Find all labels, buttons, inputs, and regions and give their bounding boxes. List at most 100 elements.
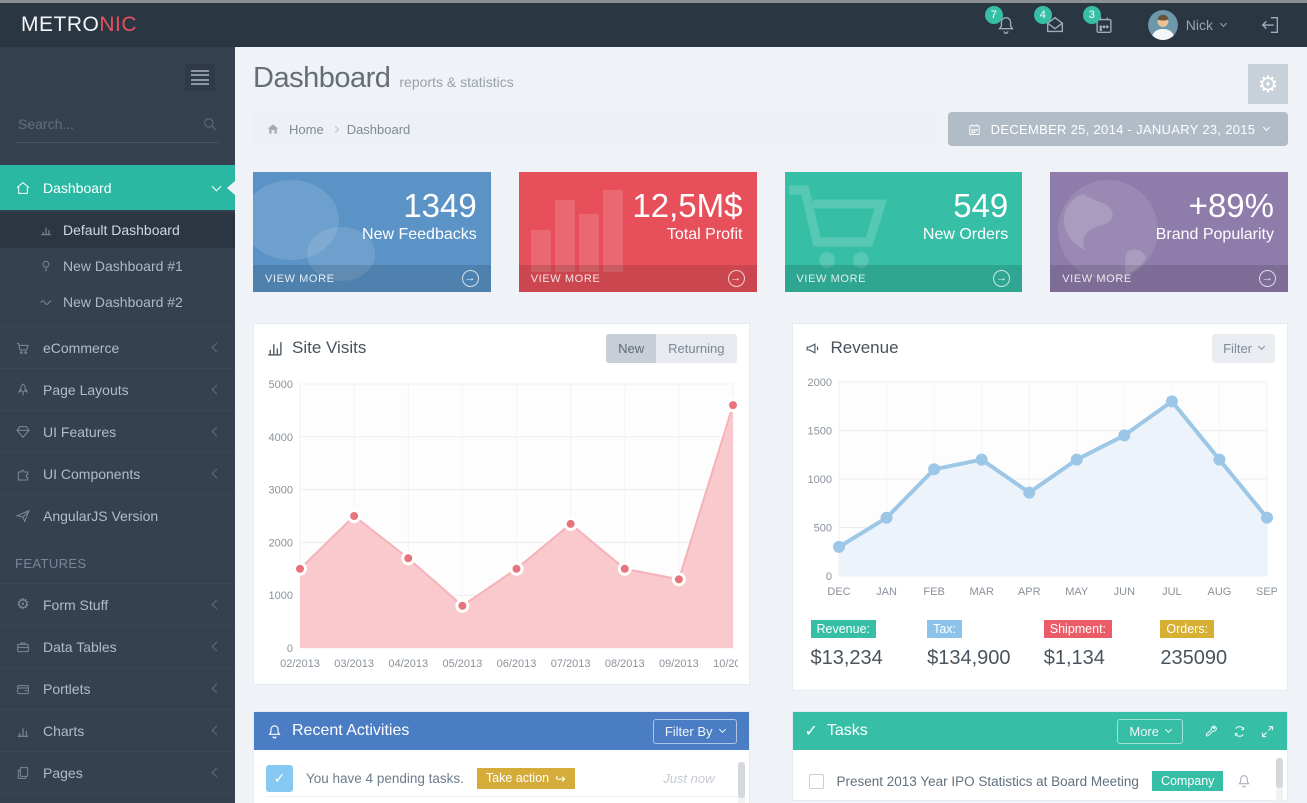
site-visits-panel: Site Visits New Returning 01000200030004…: [253, 323, 750, 685]
reload-button[interactable]: [1232, 724, 1247, 739]
fullscreen-button[interactable]: [1260, 724, 1275, 739]
app-logo[interactable]: METRONIC: [0, 13, 235, 37]
search-icon[interactable]: [201, 115, 219, 133]
toggle-new-button[interactable]: New: [606, 334, 656, 363]
nav-page-layouts[interactable]: Page Layouts: [0, 368, 235, 410]
chevron-down-icon: [1220, 20, 1227, 27]
chevron-down-icon: [1258, 343, 1265, 350]
nav-ui-features[interactable]: UI Features: [0, 410, 235, 452]
revenue-stat: Orders: 235090: [1160, 620, 1269, 670]
breadcrumb-home[interactable]: Home: [289, 122, 324, 137]
active-item-arrow: [227, 181, 235, 195]
revenue-panel: Revenue Filter 0500100015002000DECJANFEB…: [792, 323, 1289, 691]
take-action-button[interactable]: Take action↪: [477, 768, 575, 789]
nav-pages[interactable]: Pages: [0, 751, 235, 793]
svg-text:3000: 3000: [269, 485, 293, 497]
task-checkbox[interactable]: [809, 774, 824, 789]
scrollbar-thumb[interactable]: [1276, 758, 1283, 788]
charts-row: Site Visits New Returning 01000200030004…: [253, 323, 1288, 691]
stat-value: +89%: [1050, 172, 1288, 225]
activities-list: ✓ You have 4 pending tasks. Take action↪…: [254, 750, 749, 803]
task-row[interactable]: Present 2013 Year IPO Statistics at Boar…: [805, 760, 1276, 800]
view-more-label: VIEW MORE: [265, 273, 335, 285]
arrow-circle-icon: →: [728, 270, 745, 287]
breadcrumb: Home Dashboard: [253, 112, 935, 146]
view-more-link[interactable]: VIEW MORE→: [1050, 265, 1288, 292]
nav-angularjs-version[interactable]: AngularJS Version: [0, 494, 235, 536]
logout-button[interactable]: [1259, 14, 1281, 36]
nav-ui-components[interactable]: UI Components: [0, 452, 235, 494]
revenue-stat: Revenue: $13,234: [811, 620, 920, 670]
pages-icon: [15, 765, 31, 781]
svg-text:07/2013: 07/2013: [551, 658, 591, 670]
revenue-stats: Revenue: $13,234 Tax: $134,900 Shipment:…: [793, 612, 1288, 690]
view-more-link[interactable]: VIEW MORE→: [785, 265, 1023, 292]
scrollbar[interactable]: [1276, 758, 1283, 803]
view-more-label: VIEW MORE: [1062, 273, 1132, 285]
bell-icon: [1236, 773, 1252, 789]
calendar-icon: [967, 122, 982, 137]
nav-label: Dashboard: [43, 180, 112, 196]
stat-value: 1349: [253, 172, 491, 225]
nav-label: Default Dashboard: [63, 222, 180, 238]
revenue-title: Revenue: [805, 338, 899, 358]
diamond-icon: [15, 424, 31, 440]
nav-label: Form Stuff: [43, 597, 108, 613]
scrollbar[interactable]: [738, 762, 745, 803]
tasks-list: Present 2013 Year IPO Statistics at Boar…: [793, 750, 1288, 800]
search-input[interactable]: [16, 115, 201, 133]
nav-label: Portlets: [43, 681, 90, 697]
notifications-button[interactable]: 7: [995, 14, 1017, 36]
dashboard-submenu: Default Dashboard New Dashboard #1 New D…: [0, 210, 235, 326]
nav-dashboard[interactable]: Dashboard: [0, 165, 235, 210]
filter-by-button[interactable]: Filter By: [653, 719, 737, 744]
task-badge[interactable]: Company: [1152, 771, 1224, 791]
arrow-circle-icon: →: [462, 270, 479, 287]
more-button[interactable]: More: [1117, 719, 1183, 744]
nav-charts[interactable]: Charts: [0, 709, 235, 751]
date-range-picker[interactable]: DECEMBER 25, 2014 - JANUARY 23, 2015: [948, 112, 1288, 146]
toggle-returning-button[interactable]: Returning: [656, 334, 736, 363]
view-more-link[interactable]: VIEW MORE →: [253, 265, 491, 292]
config-button[interactable]: [1204, 724, 1219, 739]
sidebar-toggle-button[interactable]: [185, 64, 215, 91]
page-subtitle: reports & statistics: [399, 74, 513, 90]
activity-row[interactable]: ✓ You have 4 pending tasks. Take action↪…: [266, 760, 737, 797]
trend-line-icon: [39, 295, 53, 309]
nav-form-stuff[interactable]: ⚙ Form Stuff: [0, 583, 235, 625]
inbox-button[interactable]: 4: [1044, 14, 1066, 36]
svg-text:0: 0: [825, 571, 831, 583]
nav-new-dashboard-1[interactable]: New Dashboard #1: [0, 248, 235, 284]
svg-text:JUL: JUL: [1162, 586, 1182, 598]
todo-button[interactable]: 3: [1093, 14, 1115, 36]
svg-text:2000: 2000: [269, 537, 293, 549]
page-head: Dashboardreports & statistics ⚙: [253, 47, 1288, 104]
svg-text:SEP: SEP: [1255, 586, 1276, 598]
revenue-stat-badge: Tax:: [927, 620, 962, 638]
site-visits-chart: 01000200030004000500002/201303/201304/20…: [264, 374, 738, 674]
revenue-stat-value: $1,134: [1044, 647, 1153, 670]
revenue-filter-button[interactable]: Filter: [1212, 334, 1275, 363]
svg-text:06/2013: 06/2013: [497, 658, 537, 670]
revenue-stat-badge: Revenue:: [811, 620, 877, 638]
view-more-link[interactable]: VIEW MORE→: [519, 265, 757, 292]
svg-text:APR: APR: [1017, 586, 1040, 598]
nav-default-dashboard[interactable]: Default Dashboard: [0, 212, 235, 248]
refresh-icon: [1232, 724, 1247, 739]
nav-extra[interactable]: Extra: [0, 793, 235, 803]
logo-text-accent: NIC: [99, 13, 137, 36]
nav-portlets[interactable]: Portlets: [0, 667, 235, 709]
revenue-chart-body: 0500100015002000DECJANFEBMARAPRMAYJUNJUL…: [793, 372, 1288, 612]
user-menu[interactable]: Nick: [1142, 9, 1232, 41]
task-text: Present 2013 Year IPO Statistics at Boar…: [837, 774, 1139, 789]
settings-button[interactable]: ⚙: [1248, 64, 1288, 104]
chevron-left-icon: [212, 642, 222, 652]
megaphone-icon: [805, 340, 822, 357]
svg-text:JAN: JAN: [876, 586, 897, 598]
nav-data-tables[interactable]: Data Tables: [0, 625, 235, 667]
nav-new-dashboard-2[interactable]: New Dashboard #2: [0, 284, 235, 320]
nav-ecommerce[interactable]: eCommerce: [0, 326, 235, 368]
wrench-icon: [1204, 724, 1219, 739]
bar-chart-icon: [15, 723, 31, 739]
scrollbar-thumb[interactable]: [738, 762, 745, 798]
